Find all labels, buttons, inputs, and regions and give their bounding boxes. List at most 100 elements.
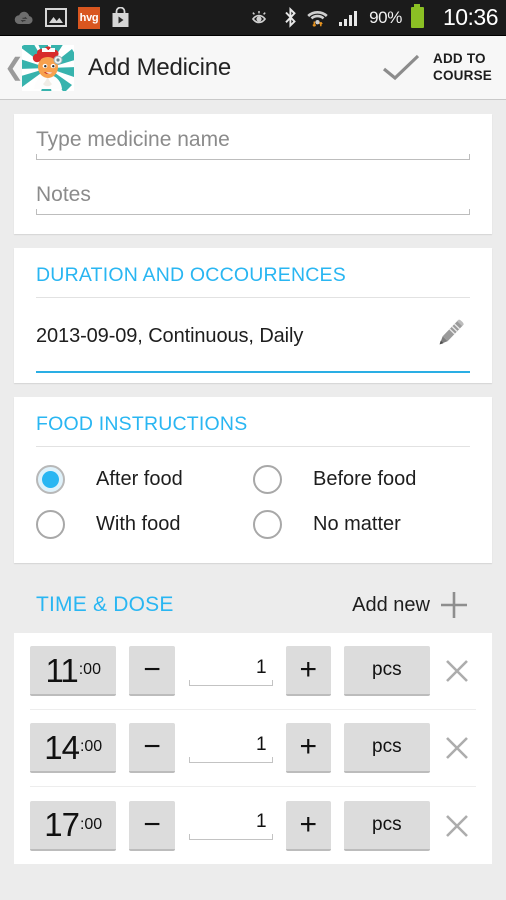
- time-button[interactable]: 14:00: [30, 723, 117, 773]
- decrement-button[interactable]: −: [129, 646, 175, 696]
- quantity-value: 1: [256, 733, 267, 755]
- add-to-course-button[interactable]: ADD TO COURSE: [429, 51, 506, 85]
- medicine-info-card: Type medicine name Notes: [14, 114, 492, 234]
- radio-no-matter-label-cell[interactable]: No matter: [311, 502, 470, 547]
- unit-label: pcs: [372, 813, 402, 835]
- radio-with-food[interactable]: [36, 502, 94, 547]
- dose-row: 14:00 − 1 + pcs: [30, 710, 476, 787]
- play-store-icon: [112, 7, 129, 27]
- dose-minute: :00: [78, 661, 101, 678]
- close-icon[interactable]: [438, 801, 476, 851]
- duration-value: 2013-09-09, Continuous, Daily: [36, 325, 304, 347]
- page-title: Add Medicine: [88, 53, 232, 81]
- food-radio-group: After food Before food With food No matt…: [36, 447, 470, 563]
- quantity-input[interactable]: 1: [188, 733, 273, 763]
- radio-button-icon[interactable]: [253, 510, 282, 539]
- add-new-label: Add new: [352, 593, 430, 616]
- action-bar-actions: ADD TO COURSE: [373, 51, 506, 85]
- quantity-value: 1: [256, 811, 267, 832]
- unit-label: pcs: [372, 736, 402, 757]
- dose-row: 17:00 − 1 + pcs: [30, 787, 476, 864]
- radio-no-matter[interactable]: [253, 502, 311, 547]
- radio-label: No matter: [313, 513, 401, 535]
- pencil-icon[interactable]: [428, 314, 470, 359]
- add-to-course-label-line1: ADD TO: [433, 50, 486, 66]
- radio-after-food-label-cell[interactable]: After food: [94, 457, 253, 502]
- radio-with-food-label-cell[interactable]: With food: [94, 502, 253, 547]
- quantity-value: 1: [256, 656, 267, 678]
- status-bar[interactable]: hvg 90% 10:36: [0, 0, 506, 36]
- time-button[interactable]: 11:00: [30, 646, 117, 696]
- decrement-button[interactable]: −: [129, 723, 175, 773]
- wifi-icon: [307, 10, 328, 27]
- status-bar-clock: 10:36: [442, 4, 499, 30]
- medicine-name-placeholder: Type medicine name: [36, 128, 230, 151]
- increment-label: +: [299, 653, 318, 686]
- field-underline: [36, 209, 470, 215]
- checkmark-icon[interactable]: [373, 53, 429, 83]
- increment-button[interactable]: +: [285, 800, 332, 851]
- dose-rows-card: 11:00 − 1 + pcs 14:00 − 1 + pcs 17:00…: [14, 633, 492, 864]
- field-underline: [188, 834, 273, 840]
- close-icon[interactable]: [438, 646, 476, 696]
- radio-button-icon[interactable]: [253, 465, 282, 494]
- status-bar-notification-icons: hvg: [14, 6, 130, 29]
- unit-button[interactable]: pcs: [344, 723, 430, 773]
- decrement-button[interactable]: −: [129, 800, 175, 851]
- unit-button[interactable]: pcs: [344, 800, 430, 851]
- duration-card: DURATION AND OCCOURENCES 2013-09-09, Con…: [14, 248, 492, 383]
- dose-hour: 17: [44, 806, 80, 843]
- add-to-course-label-line2: COURSE: [433, 67, 492, 83]
- radio-label: After food: [96, 468, 183, 490]
- radio-label: With food: [96, 513, 181, 535]
- unit-button[interactable]: pcs: [344, 646, 430, 696]
- action-bar: ❮ Add Medicine ADD TO COURSE: [0, 36, 506, 100]
- notes-placeholder: Notes: [36, 183, 91, 206]
- radio-label: Before food: [313, 468, 417, 490]
- battery-percent-label: 90%: [369, 7, 402, 27]
- quantity-input[interactable]: 1: [188, 656, 273, 686]
- field-underline: [188, 756, 273, 763]
- unit-label: pcs: [372, 659, 402, 680]
- cloud-sync-icon: [14, 11, 33, 24]
- plus-icon[interactable]: [438, 589, 470, 621]
- food-instructions-card: FOOD INSTRUCTIONS After food Before food…: [14, 397, 492, 563]
- dose-row: 11:00 − 1 + pcs: [30, 633, 476, 710]
- signal-icon: [339, 10, 358, 26]
- bluetooth-icon: [285, 7, 296, 28]
- increment-label: +: [299, 807, 318, 841]
- status-bar-system-icons: 90% 10:36: [251, 4, 499, 31]
- dose-hour: 11: [45, 651, 78, 689]
- back-chevron-icon[interactable]: ❮: [4, 55, 24, 80]
- notes-field[interactable]: Notes: [36, 169, 470, 224]
- decrement-label: −: [143, 730, 161, 763]
- gallery-icon: [45, 8, 67, 27]
- radio-before-food[interactable]: [253, 457, 311, 502]
- radio-button-icon[interactable]: [36, 510, 65, 539]
- increment-label: +: [299, 730, 318, 763]
- quantity-input[interactable]: 1: [188, 811, 273, 840]
- decrement-label: −: [143, 807, 161, 841]
- app-logo-nurse[interactable]: [22, 44, 74, 91]
- increment-button[interactable]: +: [285, 646, 332, 696]
- add-new-button[interactable]: Add new: [352, 589, 470, 621]
- dose-minute: :00: [79, 738, 103, 755]
- radio-before-food-label-cell[interactable]: Before food: [311, 457, 470, 502]
- dose-minute: :00: [79, 815, 103, 833]
- field-underline: [36, 154, 470, 160]
- hvg-icon: hvg: [78, 6, 100, 29]
- time-dose-header: TIME & DOSE Add new: [14, 575, 492, 633]
- duration-value-row[interactable]: 2013-09-09, Continuous, Daily: [36, 298, 470, 371]
- radio-button-icon[interactable]: [36, 465, 65, 494]
- close-icon[interactable]: [438, 723, 476, 773]
- time-button[interactable]: 17:00: [30, 800, 117, 851]
- radio-after-food[interactable]: [36, 457, 94, 502]
- medicine-name-field[interactable]: Type medicine name: [36, 114, 470, 169]
- battery-icon: [410, 4, 424, 28]
- field-underline: [188, 679, 273, 686]
- increment-button[interactable]: +: [285, 723, 332, 773]
- decrement-label: −: [143, 653, 161, 686]
